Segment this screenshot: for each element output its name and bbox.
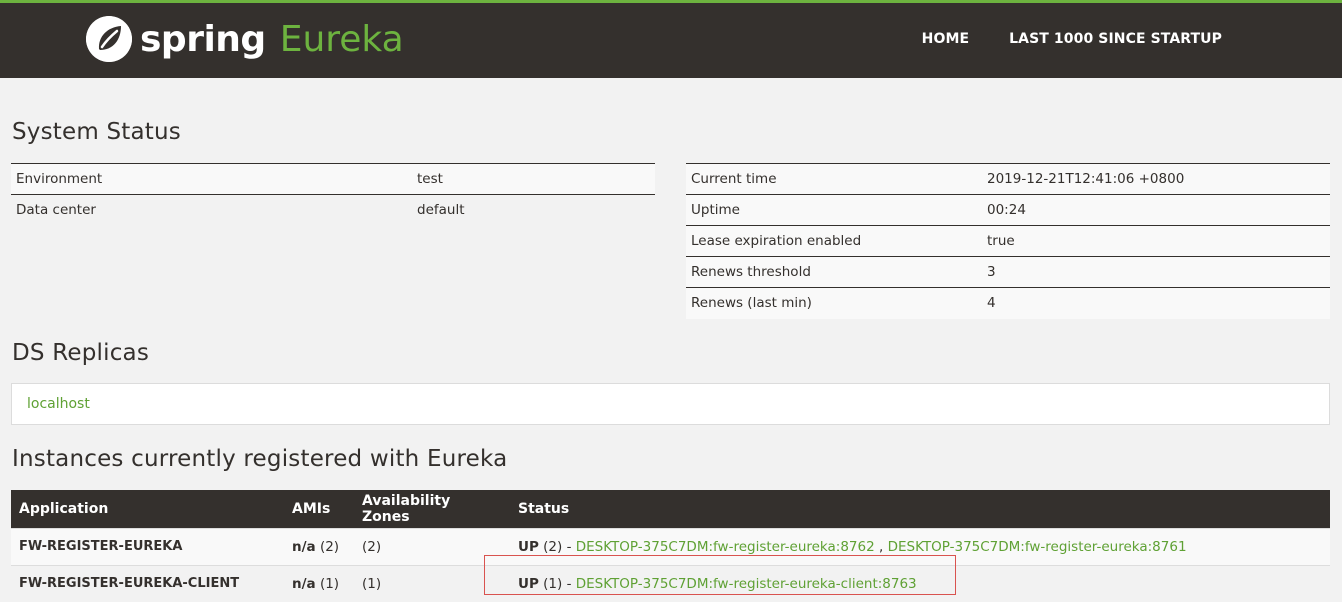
status-value: 00:24 [982,194,1330,226]
amis-cell: n/a (2) [284,527,354,565]
status-cell: UP (1) - DESKTOP-375C7DM:fw-register-eur… [510,564,1330,602]
column-header-amis: AMIs [284,490,354,528]
status-key: Data center [11,194,412,226]
application-name: FW-REGISTER-EUREKA [11,527,284,565]
replica-link-localhost[interactable]: localhost [27,396,90,412]
table-row: Renews (last min) 4 [686,287,1330,319]
ds-replicas-title: DS Replicas [12,340,150,366]
ds-replicas-list: localhost [11,383,1330,425]
amis-cell: n/a (1) [284,564,354,602]
column-header-zones: Availability Zones [354,490,510,528]
main-nav: HOME LAST 1000 SINCE STARTUP [922,31,1222,47]
system-status-right-table: Current time 2019-12-21T12:41:06 +0800 U… [686,163,1330,319]
status-cell: UP (2) - DESKTOP-375C7DM:fw-register-eur… [510,527,1330,565]
status-value: true [982,225,1330,257]
table-row: FW-REGISTER-EUREKA-CLIENT n/a (1) (1) UP… [11,564,1330,602]
zones-cell: (2) [354,527,510,565]
status-up: UP [518,575,539,592]
status-count: (2) - [543,538,572,555]
brand-name: spring [140,18,266,60]
nav-last-1000[interactable]: LAST 1000 SINCE STARTUP [1009,31,1222,47]
amis-count: (2) [319,538,340,555]
amis-label: n/a [292,575,316,592]
column-header-application: Application [11,490,284,528]
product-name: Eureka [279,18,404,60]
nav-home[interactable]: HOME [922,31,970,47]
status-value: test [412,163,655,195]
instances-table: Application AMIs Availability Zones Stat… [11,490,1330,602]
table-row: Renews threshold 3 [686,256,1330,288]
table-row: Uptime 00:24 [686,194,1330,226]
status-count: (1) - [543,575,572,592]
spring-leaf-icon [86,16,132,62]
table-row: Lease expiration enabled true [686,225,1330,257]
instance-link[interactable]: DESKTOP-375C7DM:fw-register-eureka:8761 [888,539,1187,555]
table-header-row: Application AMIs Availability Zones Stat… [11,490,1330,528]
instance-link[interactable]: DESKTOP-375C7DM:fw-register-eureka:8762 [576,539,875,555]
table-row: Current time 2019-12-21T12:41:06 +0800 [686,163,1330,195]
table-row: Environment test [11,163,655,195]
status-value: default [412,194,655,226]
status-value: 4 [982,287,1330,319]
amis-label: n/a [292,538,316,555]
instance-link[interactable]: DESKTOP-375C7DM:fw-register-eureka-clien… [576,576,917,592]
table-row: Data center default [11,194,655,226]
status-key: Renews (last min) [686,287,982,319]
status-key: Renews threshold [686,256,982,288]
status-value: 2019-12-21T12:41:06 +0800 [982,163,1330,195]
instances-title: Instances currently registered with Eure… [12,446,508,472]
status-key: Current time [686,163,982,195]
status-key: Lease expiration enabled [686,225,982,257]
column-header-status: Status [510,490,1330,528]
status-value: 3 [982,256,1330,288]
link-separator: , [879,538,884,555]
status-key: Uptime [686,194,982,226]
status-key: Environment [11,163,412,195]
amis-count: (1) [319,575,340,592]
zones-cell: (1) [354,564,510,602]
top-navbar: spring Eureka HOME LAST 1000 SINCE START… [0,0,1342,78]
spring-eureka-logo[interactable]: spring Eureka [86,16,404,62]
system-status-left-table: Environment test Data center default [11,163,655,226]
application-name: FW-REGISTER-EUREKA-CLIENT [11,564,284,602]
status-up: UP [518,538,539,555]
table-row: FW-REGISTER-EUREKA n/a (2) (2) UP (2) - … [11,527,1330,565]
system-status-title: System Status [12,119,181,145]
